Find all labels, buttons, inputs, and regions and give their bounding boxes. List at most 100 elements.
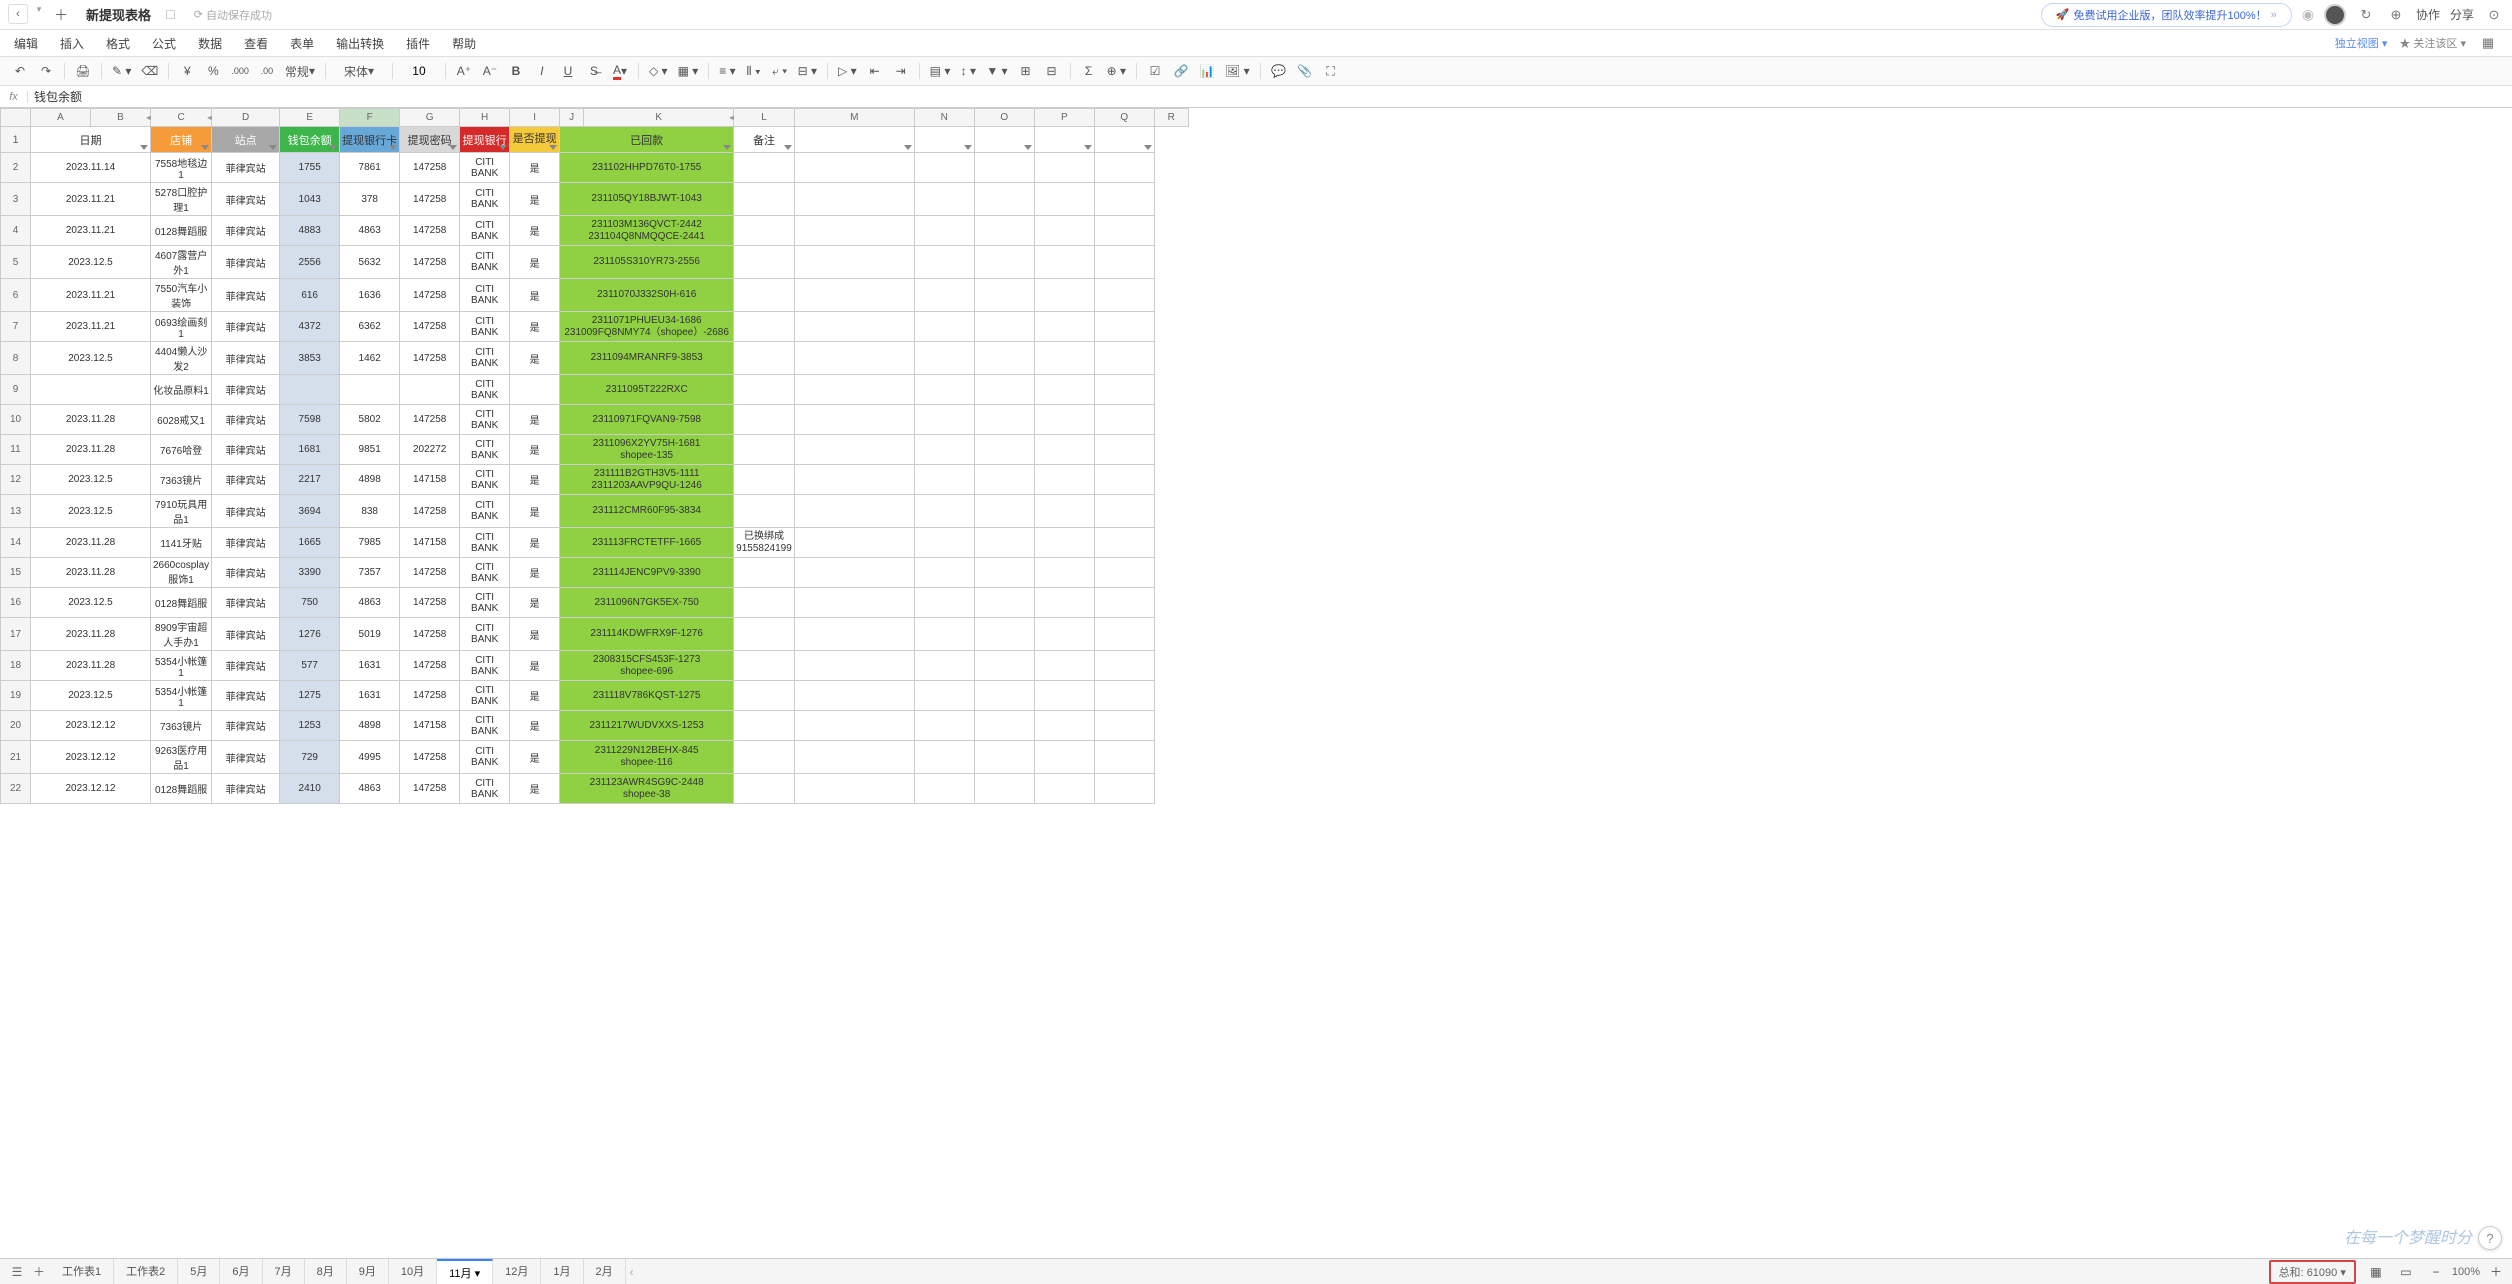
cell-shop[interactable]: 7676哈登: [151, 435, 212, 465]
cell-yes[interactable]: 是: [510, 711, 560, 741]
cell-yes[interactable]: [510, 375, 560, 405]
sheet-tab-1月[interactable]: 1月: [541, 1259, 583, 1284]
cell-pwd[interactable]: 147258: [400, 618, 460, 651]
cell-site[interactable]: 菲律宾站: [212, 741, 280, 774]
col-header-H[interactable]: H: [460, 109, 510, 127]
cell-refund[interactable]: 231113FRCTETFF-1665: [560, 528, 734, 558]
col-header-J[interactable]: J: [560, 109, 584, 127]
cell-p[interactable]: [974, 741, 1034, 774]
cell-note[interactable]: [734, 651, 795, 681]
wrap-button[interactable]: ⤶ ▾: [770, 61, 790, 81]
cell-bank[interactable]: CITI BANK: [460, 741, 510, 774]
cell-note[interactable]: [734, 342, 795, 375]
cell-refund[interactable]: 231102HHPD76T0-1755: [560, 153, 734, 183]
new-tab-button[interactable]: ＋: [50, 4, 72, 26]
cell-bank[interactable]: CITI BANK: [460, 651, 510, 681]
cell-site[interactable]: 菲律宾站: [212, 465, 280, 495]
percent-button[interactable]: %: [203, 61, 223, 81]
cell-pwd[interactable]: 147258: [400, 153, 460, 183]
cell-r[interactable]: [1094, 153, 1154, 183]
cell-shop[interactable]: 7363镜片: [151, 711, 212, 741]
cell-site[interactable]: 菲律宾站: [212, 618, 280, 651]
zoom-out-button[interactable]: −: [2426, 1262, 2446, 1282]
cell-date[interactable]: 2023.12.5: [31, 588, 151, 618]
header-yes[interactable]: 是否提现: [510, 127, 560, 153]
cell-note[interactable]: [734, 711, 795, 741]
header-shop[interactable]: 店铺: [151, 127, 212, 153]
cell-q[interactable]: [1034, 681, 1094, 711]
cell-balance[interactable]: 3694: [280, 495, 340, 528]
cell-refund[interactable]: 231111B2GTH3V5-11112311203AAVP9QU-1246: [560, 465, 734, 495]
cell-bank[interactable]: CITI BANK: [460, 153, 510, 183]
col-header-E[interactable]: E: [280, 109, 340, 127]
cell-card[interactable]: 5632: [340, 246, 400, 279]
formula-input[interactable]: 钱包余额: [28, 88, 2512, 105]
cell-card[interactable]: 7357: [340, 558, 400, 588]
expand-button[interactable]: ⛶: [1321, 61, 1341, 81]
cell-note[interactable]: [734, 279, 795, 312]
cell-pwd[interactable]: 147258: [400, 246, 460, 279]
select-all-corner[interactable]: [1, 109, 31, 127]
cell-r[interactable]: [1094, 435, 1154, 465]
cell-card[interactable]: 5802: [340, 405, 400, 435]
cell-date[interactable]: [31, 375, 151, 405]
cell-bank[interactable]: CITI BANK: [460, 558, 510, 588]
sheet-tab-5月[interactable]: 5月: [178, 1259, 220, 1284]
cell-shop[interactable]: 0693绘画刻1: [151, 312, 212, 342]
cell-n[interactable]: [794, 774, 914, 804]
cell-shop[interactable]: 9263医疗用品1: [151, 741, 212, 774]
cell-note[interactable]: [734, 618, 795, 651]
cell-bank[interactable]: CITI BANK: [460, 435, 510, 465]
col-header-F[interactable]: F: [340, 109, 400, 127]
cell-p[interactable]: [974, 405, 1034, 435]
cell-refund[interactable]: 2308315CFS453F-1273shopee-696: [560, 651, 734, 681]
cell-p[interactable]: [974, 588, 1034, 618]
indent-inc-button[interactable]: ⇥: [891, 61, 911, 81]
cell-refund[interactable]: 231103M136QVCT-2442231104Q8NMQQCE-2441: [560, 216, 734, 246]
cell-balance[interactable]: [280, 375, 340, 405]
cell-o[interactable]: [914, 528, 974, 558]
cell-date[interactable]: 2023.12.5: [31, 495, 151, 528]
cell-n[interactable]: [794, 465, 914, 495]
filter-button[interactable]: ▼ ▾: [984, 61, 1009, 81]
cell-p[interactable]: [974, 558, 1034, 588]
align-h-button[interactable]: ≡ ▾: [717, 61, 737, 81]
font-select[interactable]: 宋体 ▾: [334, 61, 384, 81]
cell-refund[interactable]: 2311071PHUEU34-1686231009FQ8NMY74（shopee…: [560, 312, 734, 342]
cell-refund[interactable]: 231105S310YR73-2556: [560, 246, 734, 279]
more-icon[interactable]: ⊙: [2484, 5, 2504, 25]
cell-shop[interactable]: 6028戒又1: [151, 405, 212, 435]
notification-icon[interactable]: ◉: [2302, 6, 2314, 23]
cell-o[interactable]: [914, 216, 974, 246]
underline-button[interactable]: U: [558, 61, 578, 81]
function-button[interactable]: ⊕ ▾: [1105, 61, 1128, 81]
cell-yes[interactable]: 是: [510, 279, 560, 312]
cell-yes[interactable]: 是: [510, 681, 560, 711]
cell-bank[interactable]: CITI BANK: [460, 528, 510, 558]
cell-bank[interactable]: CITI BANK: [460, 279, 510, 312]
cell-balance[interactable]: 1681: [280, 435, 340, 465]
spreadsheet-grid[interactable]: AB◂▸C◂▸DEFGHIJK◂▸LMNOPQR 1 日期 店铺 站点 钱包余额…: [0, 108, 2512, 1240]
view-grid-icon[interactable]: ▦: [2366, 1262, 2386, 1282]
header-q[interactable]: [1034, 127, 1094, 153]
cell-pwd[interactable]: 147258: [400, 183, 460, 216]
cell-r[interactable]: [1094, 312, 1154, 342]
cell-bank[interactable]: CITI BANK: [460, 465, 510, 495]
row-header-21[interactable]: 21: [1, 741, 31, 774]
col-header-L[interactable]: L: [734, 109, 795, 127]
cell-r[interactable]: [1094, 279, 1154, 312]
cell-note[interactable]: [734, 153, 795, 183]
cell-note[interactable]: [734, 312, 795, 342]
cell-shop[interactable]: 0128舞蹈服: [151, 588, 212, 618]
cell-o[interactable]: [914, 651, 974, 681]
cell-date[interactable]: 2023.11.21: [31, 183, 151, 216]
row-header-3[interactable]: 3: [1, 183, 31, 216]
cell-yes[interactable]: 是: [510, 528, 560, 558]
menu-formula[interactable]: 公式: [152, 35, 176, 52]
header-n[interactable]: [794, 127, 914, 153]
cell-shop[interactable]: 7550汽车小装饰: [151, 279, 212, 312]
cell-site[interactable]: 菲律宾站: [212, 216, 280, 246]
cell-o[interactable]: [914, 558, 974, 588]
cell-refund[interactable]: 2311096N7GK5EX-750: [560, 588, 734, 618]
cell-r[interactable]: [1094, 651, 1154, 681]
